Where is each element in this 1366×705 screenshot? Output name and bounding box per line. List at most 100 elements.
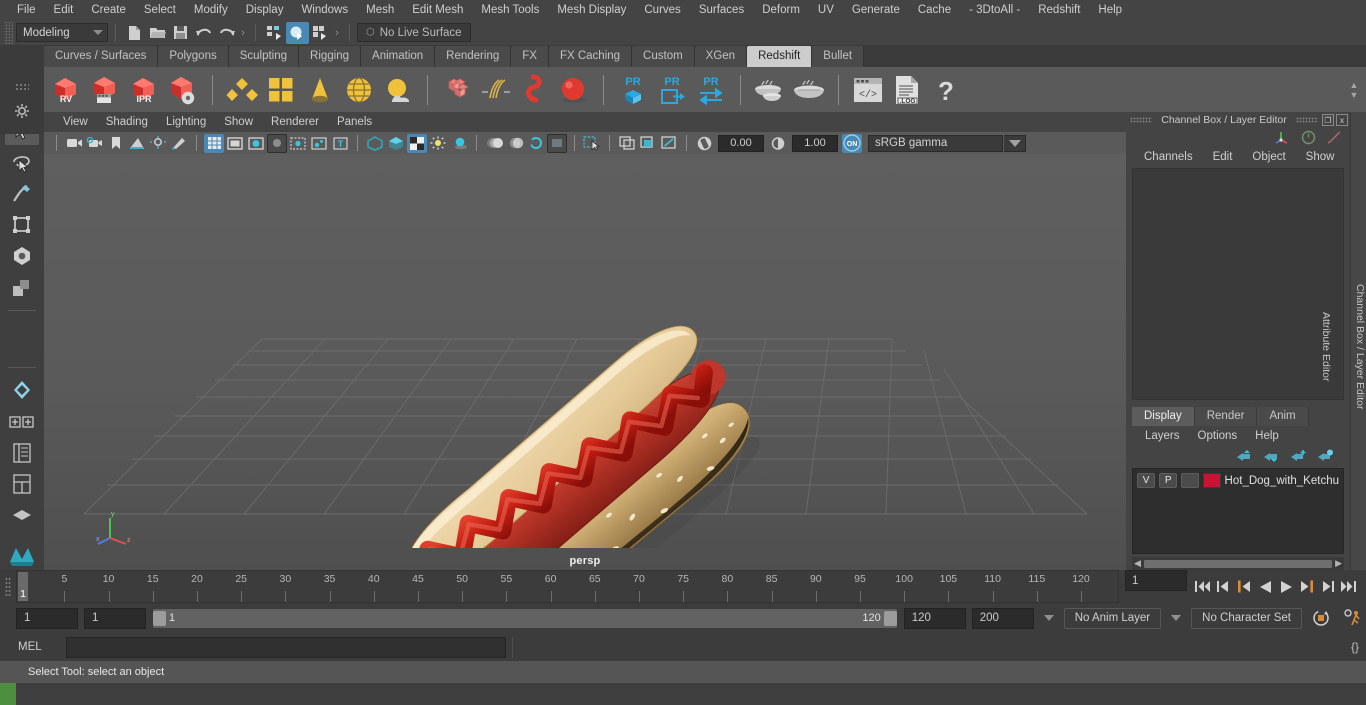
live-surface-field[interactable]: ⬡ No Live Surface: [357, 23, 471, 42]
wireframe-on-shaded-icon[interactable]: [267, 133, 287, 153]
layer-tab-display[interactable]: Display: [1132, 407, 1195, 426]
gamma-value[interactable]: 1.00: [792, 134, 838, 152]
select-region-icon[interactable]: [582, 134, 602, 153]
menu-create[interactable]: Create: [82, 0, 135, 20]
panel-restore-button[interactable]: ❐: [1322, 114, 1334, 126]
texture-icon[interactable]: T: [330, 134, 350, 153]
step-back-keyframe-icon[interactable]: [1214, 577, 1232, 597]
shelf-grip-dots[interactable]: [15, 82, 29, 91]
shelf-tab-polygons[interactable]: Polygons: [158, 46, 229, 67]
animation-preferences-icon[interactable]: [1340, 609, 1366, 627]
viewport-menu-shading[interactable]: Shading: [97, 116, 157, 128]
shelf-tab-sculpting[interactable]: Sculpting: [228, 46, 300, 67]
time-slider[interactable]: 5 10 15 20 25 30 35 40 45 50 55 60 65 70 75 80 85 90 95 100…: [16, 570, 1119, 603]
shelf-grip-rail[interactable]: [0, 67, 44, 134]
scroll-left-icon[interactable]: ◀: [1134, 558, 1141, 569]
step-back-frame-icon[interactable]: [1235, 577, 1253, 597]
exposure-icon[interactable]: [694, 134, 714, 153]
shelf-button-redshift-log[interactable]: .LOG: [889, 72, 925, 108]
paint-select-tool-icon[interactable]: [5, 179, 39, 208]
depth-of-field-icon[interactable]: [526, 134, 546, 153]
shelf-tab-bullet[interactable]: Bullet: [812, 46, 865, 67]
layer-tab-anim[interactable]: Anim: [1257, 407, 1309, 426]
menu-set-selector[interactable]: Modeling: [16, 23, 108, 42]
layer-menu-help[interactable]: Help: [1246, 430, 1288, 442]
new-layer-from-selected-icon[interactable]: [1317, 449, 1334, 463]
exposure-value[interactable]: 0.00: [718, 134, 764, 152]
clock-speed-icon[interactable]: [1301, 130, 1316, 145]
display-layer-list[interactable]: V P Hot_Dog_with_Ketchu: [1132, 468, 1344, 554]
play-forwards-icon[interactable]: [1277, 577, 1295, 597]
manipulator-axis-icon[interactable]: [1275, 130, 1291, 145]
shelf-tab-redshift[interactable]: Redshift: [747, 46, 813, 67]
menu-curves[interactable]: Curves: [635, 0, 689, 20]
select-by-hierarchy-icon[interactable]: [263, 22, 286, 44]
undo-icon[interactable]: [192, 22, 215, 44]
menu-display[interactable]: Display: [237, 0, 293, 20]
new-layer-icon[interactable]: [1290, 449, 1307, 463]
layer-visibility-toggle[interactable]: V: [1137, 473, 1156, 488]
shaded-icon[interactable]: [246, 134, 266, 153]
shelf-button-redshift-hair[interactable]: [478, 72, 514, 108]
color-management-toggle[interactable]: ON: [842, 133, 862, 153]
menu-mesh[interactable]: Mesh: [357, 0, 403, 20]
snap-grid-tool-icon[interactable]: [5, 375, 39, 404]
use-all-lights-icon[interactable]: [407, 133, 427, 153]
new-scene-icon[interactable]: [123, 22, 146, 44]
channel-box-menu-show[interactable]: Show: [1296, 151, 1345, 163]
layer-menu-layers[interactable]: Layers: [1136, 430, 1189, 442]
animation-end-time-field[interactable]: 200: [971, 607, 1034, 629]
menu-modify[interactable]: Modify: [185, 0, 237, 20]
isolate-select-icon[interactable]: [547, 133, 567, 153]
vertical-tab-attribute-editor[interactable]: Attribute Editor: [1320, 312, 1332, 381]
panel-grip-dots-right[interactable]: [1296, 117, 1318, 123]
shelf-tab-fx-caching[interactable]: FX Caching: [548, 46, 633, 67]
shelf-tab-custom[interactable]: Custom: [632, 46, 695, 67]
collapse-arrow-icon[interactable]: ›: [238, 27, 248, 39]
viewport-menu-show[interactable]: Show: [215, 116, 262, 128]
move-layer-down-icon[interactable]: [1263, 449, 1280, 463]
shelf-button-redshift-proxy[interactable]: [224, 72, 260, 108]
shelf-button-redshift-light-cone[interactable]: [302, 72, 338, 108]
viewport-3d-canvas[interactable]: y x z persp: [44, 154, 1126, 570]
shelf-button-redshift-sphere[interactable]: [556, 72, 592, 108]
shelf-button-redshift-matte[interactable]: [263, 72, 299, 108]
grease-pencil-icon[interactable]: [169, 134, 189, 153]
shelf-tab-curves-surfaces[interactable]: Curves / Surfaces: [44, 46, 159, 67]
xray-joints-icon[interactable]: [309, 134, 329, 153]
character-set-caret-icon[interactable]: [1171, 615, 1182, 621]
panel-close-button[interactable]: x: [1336, 114, 1348, 126]
menu-edit-mesh[interactable]: Edit Mesh: [403, 0, 472, 20]
layer-name[interactable]: Hot_Dog_with_Ketchu: [1225, 475, 1339, 487]
viewport-panel-icon[interactable]: [617, 134, 637, 153]
hypershade-quick-layout-icon[interactable]: [5, 470, 39, 499]
animation-start-time-field[interactable]: 1: [16, 607, 78, 629]
command-input[interactable]: [66, 636, 506, 658]
hardware-texturing-icon[interactable]: [386, 134, 406, 153]
vertical-tab-channel-box[interactable]: Channel Box / Layer Editor: [1354, 284, 1366, 410]
shelf-button-redshift-pr-transfer[interactable]: PR: [693, 72, 729, 108]
chevron-down-icon[interactable]: ▼: [1350, 90, 1359, 100]
shelf-button-redshift-script[interactable]: </>: [850, 72, 886, 108]
two-sided-lighting-icon[interactable]: [148, 134, 168, 153]
menu-windows[interactable]: Windows: [292, 0, 357, 20]
menu-surfaces[interactable]: Surfaces: [690, 0, 753, 20]
scale-tool-icon[interactable]: [5, 273, 39, 302]
shelf-button-redshift-render-settings[interactable]: [165, 72, 201, 108]
snapshot-icon[interactable]: [638, 134, 658, 153]
grid-icon[interactable]: [204, 133, 224, 153]
viewport-menu-panels[interactable]: Panels: [328, 116, 381, 128]
shelf-button-redshift-volume[interactable]: [439, 72, 475, 108]
shelf-tab-xgen[interactable]: XGen: [694, 46, 748, 67]
color-space-combo[interactable]: sRGB gamma: [868, 134, 1003, 152]
chevron-up-icon[interactable]: ▲: [1350, 80, 1359, 90]
open-scene-icon[interactable]: [146, 22, 169, 44]
move-layer-up-icon[interactable]: [1236, 449, 1253, 463]
collapse-arrow-icon[interactable]: ›: [332, 27, 342, 39]
shelf-button-redshift-pr-export[interactable]: PR: [654, 72, 690, 108]
viewport-menu-lighting[interactable]: Lighting: [157, 116, 215, 128]
command-output-field[interactable]: [512, 636, 1338, 658]
menu-help[interactable]: Help: [1089, 0, 1131, 20]
layer-list-horizontal-scrollbar[interactable]: ◀ ▶: [1132, 557, 1344, 570]
step-forward-frame-icon[interactable]: [1298, 577, 1316, 597]
